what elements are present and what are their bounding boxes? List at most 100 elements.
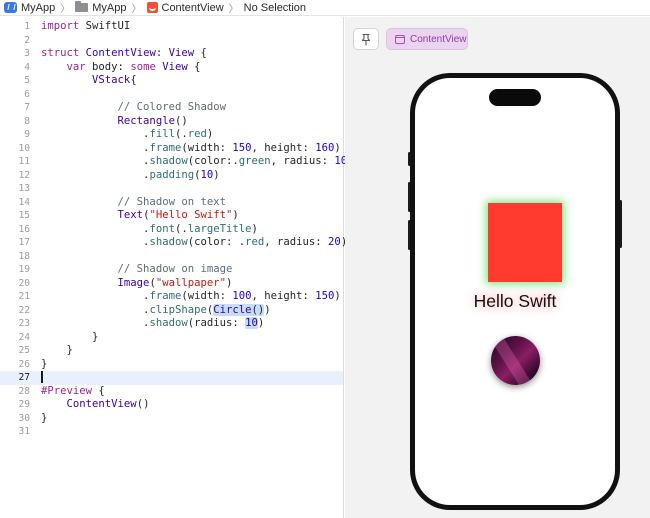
code-text: .font(.largeTitle) (41, 222, 258, 235)
code-text: #Preview { (41, 384, 105, 397)
code-line[interactable]: 4 var body: some View { (0, 61, 343, 75)
code-line[interactable]: 23 .shadow(radius: 10) (0, 317, 343, 331)
line-number: 2 (24, 34, 30, 46)
dynamic-island (489, 89, 541, 106)
code-line[interactable]: 6 (0, 88, 343, 102)
line-number: 23 (18, 318, 30, 329)
code-line[interactable]: 12 .padding(10) (0, 169, 343, 183)
code-line[interactable]: 5 VStack{ (0, 74, 343, 88)
code-text: } (41, 411, 48, 424)
code-line[interactable]: 29 ContentView() (0, 398, 343, 412)
code-text: // Colored Shadow (117, 101, 226, 113)
code-line[interactable]: 1 import SwiftUI (0, 20, 343, 34)
code-line[interactable]: 25 } (0, 344, 343, 358)
code-text: } (41, 330, 99, 343)
breadcrumb-project-label: MyApp (21, 1, 56, 14)
line-number: 21 (18, 291, 30, 302)
line-number: 14 (18, 196, 30, 208)
code-line[interactable]: 19 // Shadow on image (0, 263, 343, 277)
line-number: 11 (18, 156, 30, 167)
code-text: .frame(width: 150, height: 160) (41, 141, 341, 154)
line-number: 9 (24, 129, 30, 140)
line-number: 16 (18, 223, 30, 235)
code-line[interactable]: 10 .frame(width: 150, height: 160) (0, 142, 343, 156)
code-line[interactable]: 22 .clipShape(Circle()) (0, 303, 343, 318)
code-line[interactable]: 31 (0, 425, 343, 439)
code-line[interactable]: 18 (0, 250, 343, 264)
code-text: } (41, 357, 48, 370)
code-line[interactable]: 15 Text("Hello Swift") (0, 209, 343, 223)
line-number: 29 (18, 399, 30, 410)
red-rectangle (488, 203, 562, 282)
chevron-right-icon: 〉 (228, 4, 239, 15)
folder-icon (75, 1, 89, 12)
code-text: Text("Hello Swift") (117, 209, 239, 221)
breadcrumb-selection-label: No Selection (243, 1, 307, 14)
code-editor[interactable]: 1 import SwiftUI 2 3 struct ContentView: V… (0, 17, 354, 518)
chevron-right-icon: 〉 (131, 4, 142, 15)
code-line[interactable]: 11 .shadow(color:.green, radius: 10) (0, 155, 353, 169)
code-line[interactable]: 14 // Shadow on text (0, 196, 343, 210)
code-line[interactable]: 16 .font(.largeTitle) (0, 223, 343, 237)
line-number: 24 (18, 331, 30, 343)
breadcrumb-file-label: ContentView (161, 1, 224, 14)
code-line[interactable]: 7 // Colored Shadow (0, 101, 343, 115)
line-number: 6 (24, 88, 30, 100)
code-line-current[interactable]: 27 (0, 371, 343, 385)
text-caret (41, 371, 43, 383)
contentview-preview-label: ContentView (410, 33, 467, 45)
code-text: var body: some View { (66, 60, 201, 73)
preview-window-icon (395, 34, 405, 44)
phone-screen: Hello Swift (415, 78, 615, 505)
line-number: 28 (18, 385, 30, 397)
code-line[interactable]: 26} (0, 358, 343, 372)
code-text: .frame(width: 100, height: 150) (41, 290, 341, 302)
code-text: .clipShape(Circle()) (41, 303, 271, 316)
line-number: 13 (18, 183, 30, 194)
iphone-device-frame: Hello Swift (410, 73, 620, 510)
line-number: 19 (18, 264, 30, 275)
code-text (41, 371, 43, 386)
code-text: ContentView() (66, 398, 150, 410)
line-number: 5 (24, 75, 30, 86)
code-text: Image("wallpaper") (117, 276, 233, 289)
code-line[interactable]: 13 (0, 182, 343, 196)
pin-icon (361, 33, 371, 46)
line-number: 18 (18, 250, 30, 262)
contentview-preview-button[interactable]: ContentView (386, 28, 468, 50)
line-number: 30 (18, 412, 30, 424)
wallpaper-circle-image (491, 336, 540, 385)
code-line[interactable]: 3 struct ContentView: View { (0, 47, 343, 61)
code-line[interactable]: 9 .fill(.red) (0, 128, 343, 142)
breadcrumb-selection[interactable]: No Selection (244, 2, 306, 14)
code-line[interactable]: 28 #Preview { (0, 385, 343, 399)
line-number: 8 (24, 115, 30, 127)
code-line[interactable]: 21 .frame(width: 100, height: 150) (0, 290, 343, 304)
chevron-right-icon: 〉 (60, 4, 71, 15)
breadcrumb-project[interactable]: MyApp (4, 2, 55, 14)
breadcrumb-file[interactable]: ContentView (146, 1, 224, 14)
app-icon (4, 2, 17, 13)
code-line[interactable]: 20 Image("wallpaper") (0, 277, 343, 291)
swift-file-icon (146, 2, 158, 13)
breadcrumb: MyApp 〉 MyApp 〉 ContentView 〉 No Selecti… (0, 0, 650, 16)
code-line[interactable]: 30} (0, 412, 343, 426)
code-line[interactable]: 2 (0, 34, 343, 48)
line-number: 20 (18, 277, 30, 289)
line-number: 10 (18, 142, 30, 154)
breadcrumb-folder[interactable]: MyApp (75, 1, 127, 14)
code-line[interactable]: 8 Rectangle() (0, 115, 343, 129)
code-line[interactable]: 17 .shadow(color: .red, radius: 20) (0, 236, 347, 250)
line-number: 12 (18, 169, 30, 181)
pin-button[interactable] (353, 28, 379, 50)
line-number: 27 (18, 372, 30, 383)
code-text: VStack{ (92, 74, 137, 86)
code-text: .padding(10) (41, 168, 220, 181)
line-number: 31 (18, 426, 30, 437)
code-line[interactable]: 24 } (0, 331, 343, 345)
code-text: .fill(.red) (41, 128, 214, 140)
line-number: 1 (24, 21, 30, 32)
line-number: 7 (24, 102, 30, 113)
line-number: 25 (18, 345, 30, 356)
code-text: // Shadow on text (117, 195, 226, 208)
